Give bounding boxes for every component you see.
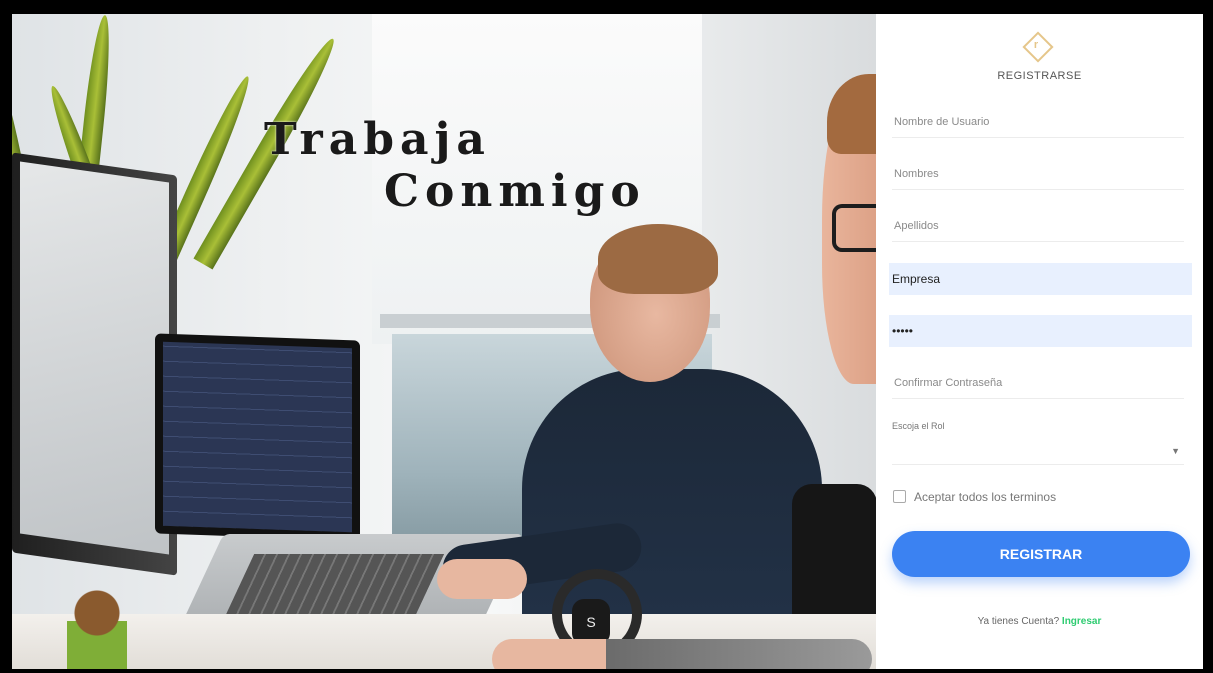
foreground-person-arm — [492, 639, 872, 669]
login-prompt-text: Ya tienes Cuenta? — [977, 616, 1062, 627]
person-at-desk-hair — [598, 224, 718, 294]
hero-title-line2: Conmigo — [384, 166, 646, 217]
role-select[interactable]: ▼ — [892, 434, 1184, 465]
username-input[interactable] — [892, 106, 1184, 138]
laptop-keyboard — [226, 554, 445, 614]
glasses-icon — [832, 204, 876, 252]
password-input[interactable] — [889, 315, 1192, 347]
laptop-screen — [155, 333, 360, 541]
company-input[interactable] — [889, 263, 1192, 295]
register-button[interactable]: REGISTRAR — [892, 531, 1190, 577]
bear-figurine-icon — [67, 589, 127, 669]
desktop-monitor — [12, 152, 177, 576]
confirm-password-input[interactable] — [892, 367, 1184, 399]
terms-label[interactable]: Aceptar todos los terminos — [914, 490, 1056, 504]
hero-title-line1: Trabaja — [264, 114, 491, 165]
person-at-desk-hand — [437, 559, 527, 599]
logo-icon: r — [1022, 31, 1054, 63]
terms-checkbox[interactable] — [893, 490, 906, 503]
monitor-screen — [20, 161, 169, 555]
logo-letter: r — [1033, 38, 1039, 51]
first-names-input[interactable] — [892, 158, 1184, 190]
foreground-person-hair — [827, 74, 876, 154]
role-select-label: Escoja el Rol — [892, 421, 945, 431]
login-prompt: Ya tienes Cuenta? Ingresar — [876, 616, 1203, 627]
laptop-display — [163, 341, 352, 533]
last-names-input[interactable] — [892, 210, 1184, 242]
hero-photo: S Trabaja Conmigo — [12, 14, 876, 669]
page-frame: S Trabaja Conmigo r REGISTRARSE Escoja e… — [12, 14, 1203, 669]
register-panel: r REGISTRARSE Escoja el Rol ▼ Aceptar to… — [876, 14, 1203, 669]
login-link[interactable]: Ingresar — [1062, 616, 1101, 627]
register-heading: REGISTRARSE — [997, 70, 1082, 82]
chevron-down-icon: ▼ — [1171, 446, 1180, 456]
